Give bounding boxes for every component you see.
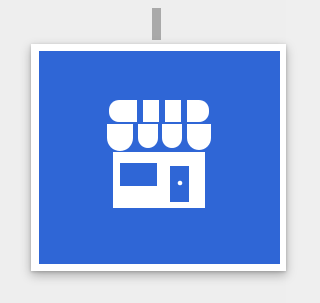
hanger-string (152, 8, 161, 40)
icon-card-panel (39, 51, 280, 264)
icon-card (31, 44, 286, 271)
storefront-icon (106, 99, 211, 208)
canvas (0, 0, 286, 303)
